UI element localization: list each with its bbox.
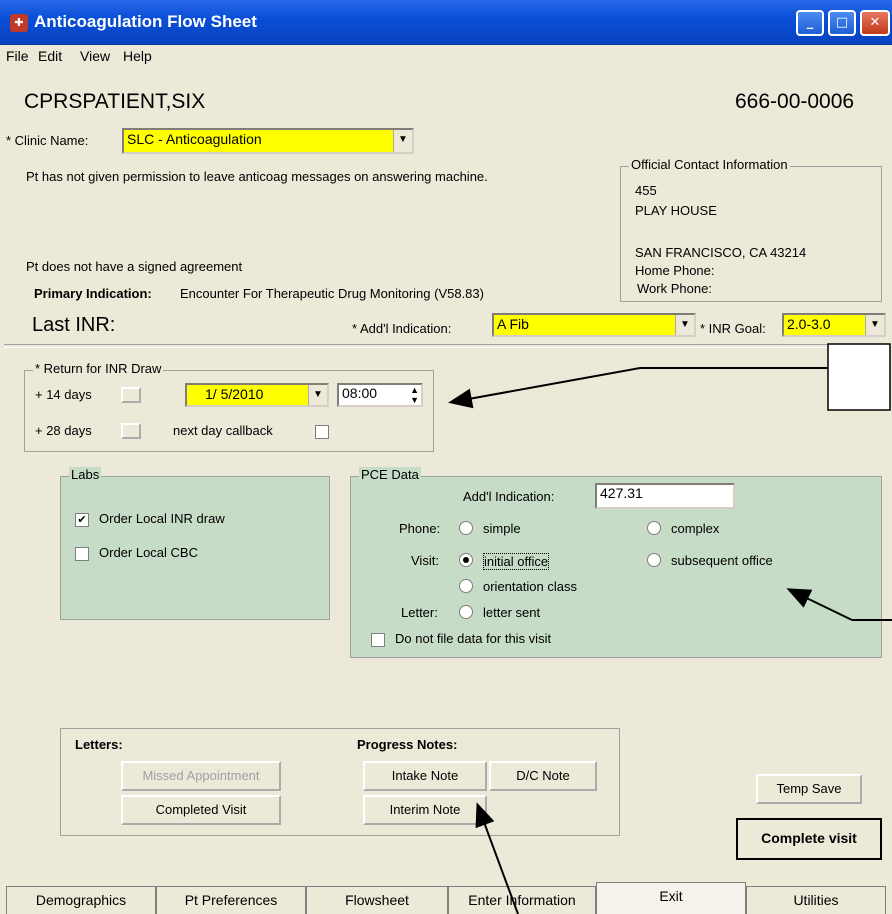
callout-arrow [786,588,853,621]
app-window: ✚ Anticoagulation Flow Sheet _ □ ✕ File … [0,0,892,914]
annotation-overlay [448,343,892,914]
callout-arrow [475,802,519,914]
callout-box [827,343,891,411]
callout-arrow [448,367,641,409]
